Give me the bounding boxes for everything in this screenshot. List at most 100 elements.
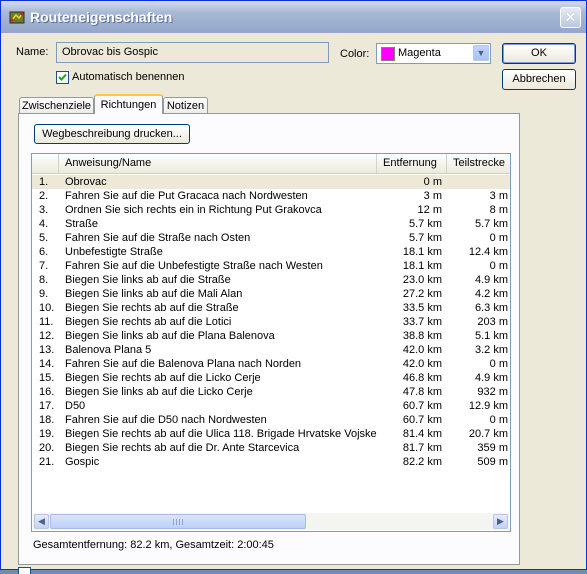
- row-index: 20.: [39, 442, 55, 454]
- table-row[interactable]: 10. Biegen Sie rechts ab auf die Straße 33…: [32, 301, 510, 315]
- row-distance: 18.1 km: [402, 260, 442, 272]
- auto-name-label: Automatisch benennen: [72, 71, 185, 83]
- row-distance: 42.0 km: [402, 358, 442, 370]
- row-instruction: Biegen Sie links ab auf die Plana Baleno…: [65, 330, 275, 342]
- row-instruction: Fahren Sie auf die D50 nach Nordwesten: [65, 414, 267, 426]
- status-summary: Gesamtentfernung: 82.2 km, Gesamtzeit: 2…: [33, 539, 274, 551]
- row-index: 18.: [39, 414, 55, 426]
- row-leg: 203 m: [477, 316, 508, 328]
- print-directions-button[interactable]: Wegbeschreibung drucken...: [34, 124, 190, 144]
- row-index: 11.: [39, 316, 54, 328]
- row-leg: 5.1 km: [474, 330, 508, 342]
- table-header: Anweisung/Name Entfernung Teilstrecke: [32, 154, 510, 174]
- row-distance: 5.7 km: [408, 218, 442, 230]
- row-index: 3.: [39, 204, 49, 216]
- row-index: 17.: [39, 400, 55, 412]
- cancel-button[interactable]: Abbrechen: [502, 69, 576, 90]
- row-leg: 0 m: [489, 260, 508, 272]
- row-distance: 5.7 km: [408, 232, 442, 244]
- row-index: 15.: [39, 372, 55, 384]
- row-leg: 359 m: [477, 442, 508, 454]
- row-instruction: Obrovac: [65, 176, 107, 188]
- row-instruction: Biegen Sie rechts ab auf die Straße: [65, 302, 239, 314]
- row-instruction: Straße: [65, 218, 99, 230]
- row-index: 2.: [39, 190, 49, 202]
- close-button[interactable]: ✕: [560, 7, 581, 28]
- column-header-distance[interactable]: Entfernung: [377, 154, 447, 173]
- row-leg: 8 m: [489, 204, 508, 216]
- row-instruction: Unbefestigte Straße: [65, 246, 163, 258]
- table-row[interactable]: 19. Biegen Sie rechts ab auf die Ulica 11…: [32, 427, 510, 441]
- table-row[interactable]: 14. Fahren Sie auf die Balenova Plana nac…: [32, 357, 510, 371]
- table-row[interactable]: 18. Fahren Sie auf die D50 nach Nordweste…: [32, 413, 510, 427]
- scroll-left-icon[interactable]: ◀: [34, 514, 49, 529]
- table-row[interactable]: 16. Biegen Sie links ab auf die Licko Cer…: [32, 385, 510, 399]
- row-leg: 0 m: [489, 232, 508, 244]
- table-row[interactable]: 11. Biegen Sie rechts ab auf die Lotici 33…: [32, 315, 510, 329]
- row-distance: 33.7 km: [402, 316, 442, 328]
- row-index: 16.: [39, 386, 55, 398]
- color-label: Color:: [340, 48, 370, 60]
- name-field[interactable]: Obrovac bis Gospic: [56, 42, 329, 63]
- row-index: 21.: [39, 456, 55, 468]
- ok-button[interactable]: OK: [502, 43, 576, 64]
- title-bar[interactable]: Routeneigenschaften ✕: [1, 1, 586, 33]
- scroll-right-icon[interactable]: ▶: [493, 514, 508, 529]
- table-row[interactable]: 20. Biegen Sie rechts ab auf die Dr. Ante…: [32, 441, 510, 455]
- scrollbar-thumb[interactable]: [50, 514, 306, 529]
- table-row[interactable]: 1. Obrovac 0 m: [32, 175, 510, 189]
- column-header-leg[interactable]: Teilstrecke: [447, 154, 510, 173]
- row-instruction: Ordnen Sie sich rechts ein in Richtung P…: [65, 204, 322, 216]
- row-index: 13.: [39, 344, 55, 356]
- directions-table: Anweisung/Name Entfernung Teilstrecke 1.…: [31, 153, 511, 532]
- tab-zwischenziele[interactable]: Zwischenziele: [19, 97, 94, 114]
- row-distance: 33.5 km: [402, 302, 442, 314]
- table-row[interactable]: 17. D50 60.7 km 12.9 km: [32, 399, 510, 413]
- row-index: 10.: [39, 302, 55, 314]
- tab-richtungen[interactable]: Richtungen: [94, 94, 163, 114]
- table-row[interactable]: 8. Biegen Sie links ab auf die Straße 23.0…: [32, 273, 510, 287]
- color-select-value: Magenta: [398, 47, 441, 59]
- table-row[interactable]: 5. Fahren Sie auf die Straße nach Osten 5.…: [32, 231, 510, 245]
- table-row[interactable]: 4. Straße 5.7 km 5.7 km: [32, 217, 510, 231]
- column-header-name[interactable]: Anweisung/Name: [59, 154, 377, 173]
- tab-notizen[interactable]: Notizen: [163, 97, 208, 114]
- row-instruction: D50: [65, 400, 86, 412]
- row-index: 12.: [39, 330, 55, 342]
- table-row[interactable]: 2. Fahren Sie auf die Put Gracaca nach No…: [32, 189, 510, 203]
- row-leg: 4.2 km: [474, 288, 508, 300]
- table-row[interactable]: 15. Biegen Sie rechts ab auf die Licko Ce…: [32, 371, 510, 385]
- name-label: Name:: [16, 46, 49, 58]
- row-instruction: Fahren Sie auf die Straße nach Osten: [65, 232, 251, 244]
- table-row[interactable]: 7. Fahren Sie auf die Unbefestigte Straße…: [32, 259, 510, 273]
- row-instruction: Biegen Sie links ab auf die Licko Cerje: [65, 386, 253, 398]
- row-leg: 4.9 km: [474, 372, 508, 384]
- close-icon: ✕: [564, 9, 577, 25]
- row-distance: 27.2 km: [402, 288, 442, 300]
- color-swatch: [381, 47, 395, 61]
- row-leg: 3.2 km: [474, 344, 508, 356]
- table-row[interactable]: 13. Balenova Plana 5 42.0 km 3.2 km: [32, 343, 510, 357]
- table-row[interactable]: 12. Biegen Sie links ab auf die Plana Bal…: [32, 329, 510, 343]
- row-index: 9.: [39, 288, 49, 300]
- horizontal-scrollbar[interactable]: ◀ ▶: [33, 513, 509, 530]
- row-leg: 0 m: [489, 414, 508, 426]
- column-header-index[interactable]: [32, 154, 59, 173]
- table-row[interactable]: 3. Ordnen Sie sich rechts ein in Richtung…: [32, 203, 510, 217]
- bottom-checkbox-edge: [18, 567, 31, 574]
- row-distance: 47.8 km: [402, 386, 442, 398]
- route-properties-icon: [9, 9, 25, 25]
- row-index: 5.: [39, 232, 49, 244]
- row-index: 1.: [39, 176, 49, 188]
- chevron-down-icon[interactable]: ▼: [473, 45, 489, 61]
- row-leg: 12.4 km: [468, 246, 508, 258]
- row-leg: 20.7 km: [468, 428, 508, 440]
- table-row[interactable]: 21. Gospic 82.2 km 509 m: [32, 455, 510, 469]
- row-leg: 4.9 km: [474, 274, 508, 286]
- row-distance: 0 m: [423, 176, 442, 188]
- auto-name-checkbox[interactable]: [56, 71, 69, 84]
- table-row[interactable]: 9. Biegen Sie links ab auf die Mali Alan 2…: [32, 287, 510, 301]
- table-row[interactable]: 6. Unbefestigte Straße 18.1 km 12.4 km: [32, 245, 510, 259]
- color-select[interactable]: Magenta ▼: [376, 43, 491, 64]
- row-distance: 81.4 km: [402, 428, 442, 440]
